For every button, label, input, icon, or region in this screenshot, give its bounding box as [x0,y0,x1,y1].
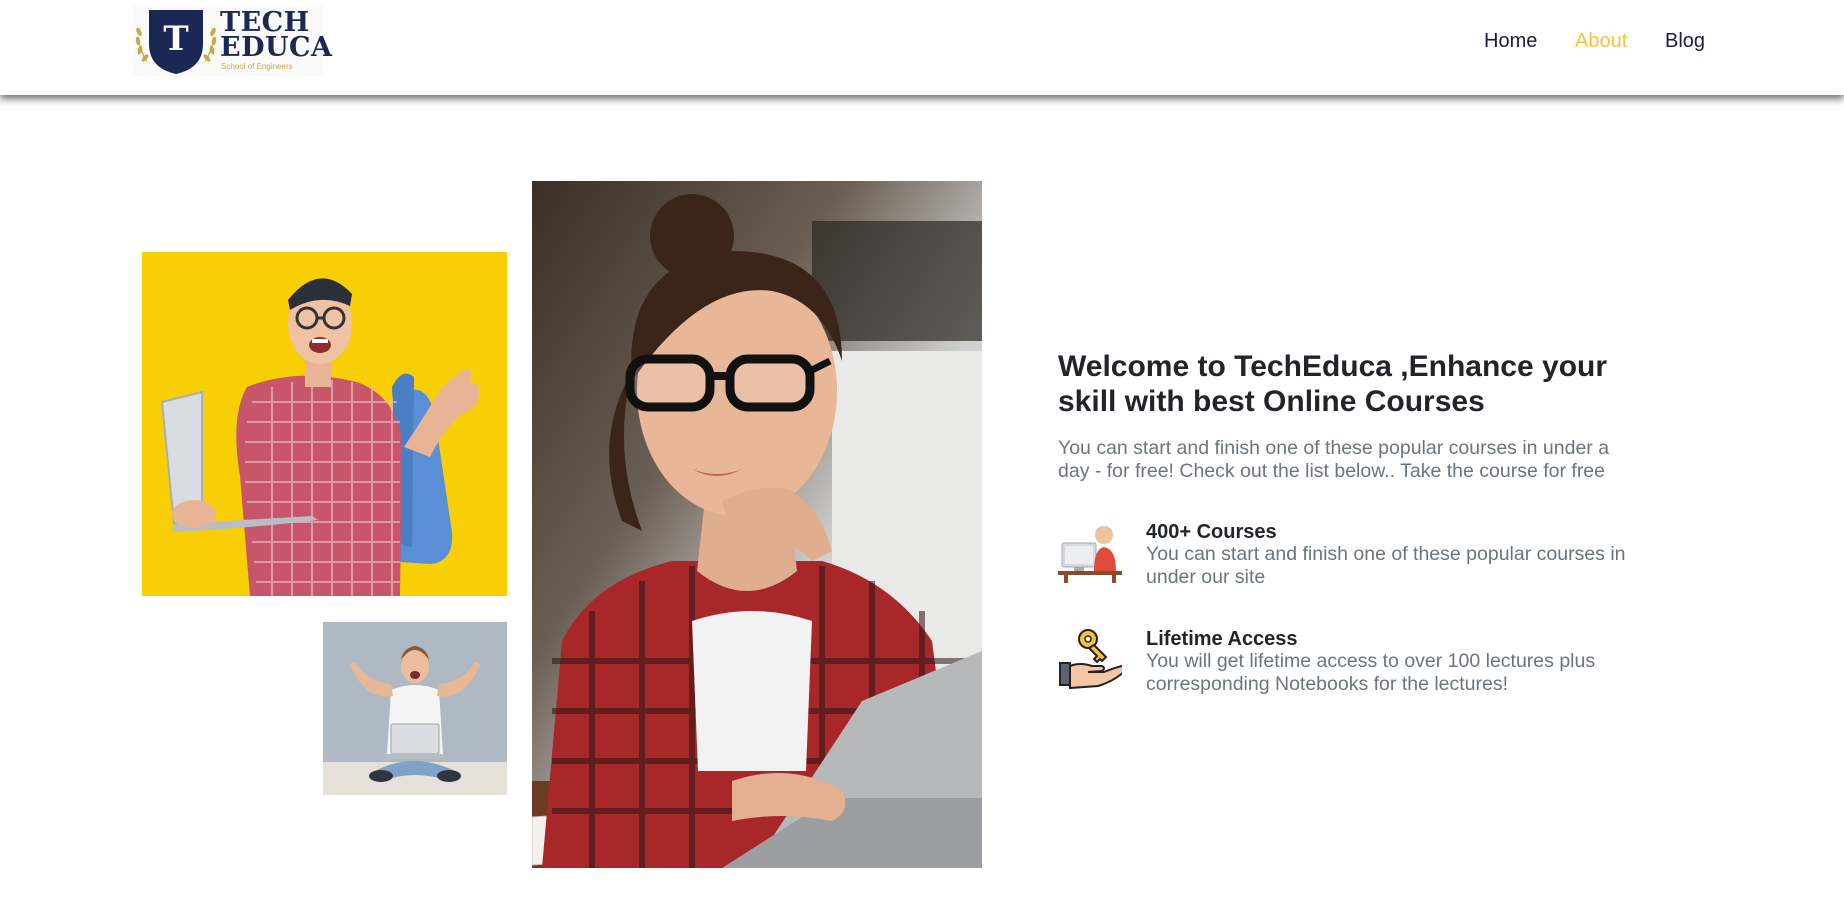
woman-studying-photo [532,181,982,868]
hero-subtitle: You can start and finish one of these po… [1058,437,1610,482]
feature-courses-text: You can start and finish one of these po… [1146,543,1626,588]
svg-text:T: T [163,19,188,59]
feature-courses-title: 400+ Courses [1146,521,1277,543]
student-laptop-photo [142,252,507,596]
site-logo[interactable]: T TECH EDUCA School of Engineers [133,6,332,76]
feature-lifetime: Lifetime Access You will get lifetime ac… [1058,628,1658,698]
computer-student-icon [1058,521,1122,590]
hero-title: Welcome to TechEduca ,Enhance your skill… [1058,350,1608,418]
logo-tagline: School of Engineers [221,62,293,71]
feature-courses: 400+ Courses You can start and finish on… [1058,521,1658,591]
nav-link-blog[interactable]: Blog [1665,30,1705,53]
excited-man-photo [323,622,507,795]
top-navbar: T TECH EDUCA School of Engineers Home Ab… [0,0,1844,95]
nav-link-about[interactable]: About [1575,30,1627,53]
feature-lifetime-title: Lifetime Access [1146,628,1298,650]
hand-key-icon [1058,628,1127,697]
feature-lifetime-text: You will get lifetime access to over 100… [1146,650,1596,695]
nav-link-home[interactable]: Home [1484,30,1537,53]
logo-word-educa: EDUCA [220,32,333,63]
